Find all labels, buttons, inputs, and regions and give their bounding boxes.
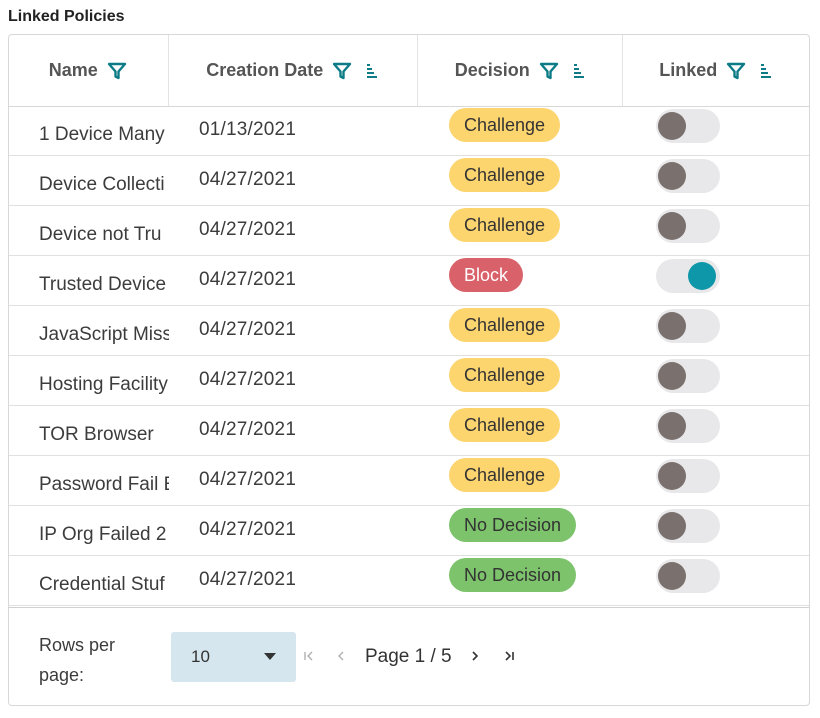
column-header-linked[interactable]: Linked — [623, 35, 809, 106]
decision-badge: Block — [449, 258, 524, 292]
creation-date: 04/27/2021 — [199, 419, 297, 440]
policy-name: 1 Device Many — [39, 123, 165, 145]
policy-name: IP Org Failed 2 — [39, 523, 167, 545]
column-header-creation-date-label: Creation Date — [206, 60, 324, 80]
decision-badge: No Decision — [449, 558, 577, 592]
policy-name: Credential Stuf — [39, 573, 165, 595]
section-title: Linked Policies — [8, 8, 125, 25]
linked-toggle[interactable] — [656, 409, 720, 443]
toggle-knob — [658, 462, 686, 490]
toggle-knob — [658, 112, 686, 140]
table-body: 1 Device Many 01/13/2021 Challenge Devic… — [9, 106, 809, 606]
column-header-name[interactable]: Name — [9, 35, 169, 106]
decision-badge: Challenge — [449, 158, 561, 192]
toggle-knob — [658, 362, 686, 390]
table-row[interactable]: 1 Device Many 01/13/2021 Challenge — [9, 106, 809, 156]
creation-date: 01/13/2021 — [199, 119, 297, 140]
policy-name: TOR Browser — [39, 423, 154, 445]
toggle-knob — [658, 162, 686, 190]
rows-per-page-select[interactable]: 10 — [171, 632, 296, 682]
column-header-name-label: Name — [48, 60, 98, 80]
pagination-bar: Rows per page: 10 Page 1 / 5 — [9, 607, 809, 705]
policy-name: Hosting Facility — [39, 373, 168, 395]
linked-toggle[interactable] — [656, 159, 720, 193]
toggle-knob — [658, 412, 686, 440]
table-row[interactable]: IP Org Failed 2 04/27/2021 No Decision — [9, 506, 809, 556]
table-header: Name Creation Date Decision Linked — [9, 35, 809, 107]
creation-date: 04/27/2021 — [199, 569, 297, 590]
toggle-knob — [658, 312, 686, 340]
filter-icon[interactable] — [538, 60, 560, 82]
decision-badge: No Decision — [449, 508, 577, 542]
chevron-down-icon — [264, 653, 276, 660]
linked-toggle[interactable] — [656, 209, 720, 243]
linked-toggle[interactable] — [656, 509, 720, 543]
toggle-knob — [658, 562, 686, 590]
filter-icon[interactable] — [106, 60, 128, 82]
sort-icon[interactable] — [759, 62, 773, 80]
first-page-icon[interactable] — [299, 648, 319, 666]
policy-name: Device Collecti — [39, 173, 165, 195]
creation-date: 04/27/2021 — [199, 369, 297, 390]
toggle-knob — [688, 262, 716, 290]
table-row[interactable]: Device not Tru 04/27/2021 Challenge — [9, 206, 809, 256]
table-row[interactable]: Device Collecti 04/27/2021 Challenge — [9, 156, 809, 206]
table-row[interactable]: Hosting Facility 04/27/2021 Challenge — [9, 356, 809, 406]
rows-per-page-value: 10 — [191, 647, 210, 666]
last-page-icon[interactable] — [499, 648, 519, 666]
decision-badge: Challenge — [449, 358, 561, 392]
creation-date: 04/27/2021 — [199, 319, 297, 340]
creation-date: 04/27/2021 — [199, 169, 297, 190]
page-indicator: Page 1 / 5 — [365, 646, 452, 667]
column-header-decision[interactable]: Decision — [418, 35, 624, 106]
toggle-knob — [658, 512, 686, 540]
decision-badge: Challenge — [449, 408, 561, 442]
sort-icon[interactable] — [572, 62, 586, 80]
prev-page-icon[interactable] — [331, 648, 351, 666]
table-row[interactable]: Trusted Device 04/27/2021 Block — [9, 256, 809, 306]
sort-icon[interactable] — [365, 62, 379, 80]
table-row[interactable]: TOR Browser 04/27/2021 Challenge — [9, 406, 809, 456]
policy-name: Device not Tru — [39, 223, 162, 245]
creation-date: 04/27/2021 — [199, 269, 297, 290]
creation-date: 04/27/2021 — [199, 219, 297, 240]
toggle-knob — [658, 212, 686, 240]
linked-toggle[interactable] — [656, 109, 720, 143]
creation-date: 04/27/2021 — [199, 469, 297, 490]
table-row[interactable]: Credential Stuf 04/27/2021 No Decision — [9, 556, 809, 606]
decision-badge: Challenge — [449, 458, 561, 492]
decision-badge: Challenge — [449, 308, 561, 342]
next-page-icon[interactable] — [465, 648, 485, 666]
policy-name: Password Fail E — [39, 473, 169, 495]
creation-date: 04/27/2021 — [199, 519, 297, 540]
decision-badge: Challenge — [449, 208, 561, 242]
filter-icon[interactable] — [725, 60, 747, 82]
policy-name: Trusted Device — [39, 273, 167, 295]
rows-per-page-label: Rows per page: — [39, 635, 116, 685]
linked-toggle[interactable] — [656, 309, 720, 343]
linked-policies-table: Name Creation Date Decision Linked 1 Dev… — [8, 34, 810, 706]
linked-toggle[interactable] — [656, 459, 720, 493]
linked-toggle[interactable] — [656, 359, 720, 393]
policy-name: JavaScript Miss — [39, 323, 169, 345]
table-row[interactable]: Password Fail E 04/27/2021 Challenge — [9, 456, 809, 506]
column-header-decision-label: Decision — [454, 60, 530, 80]
table-row[interactable]: JavaScript Miss 04/27/2021 Challenge — [9, 306, 809, 356]
linked-toggle[interactable] — [656, 259, 720, 293]
column-header-linked-label: Linked — [659, 60, 718, 80]
filter-icon[interactable] — [331, 60, 353, 82]
decision-badge: Challenge — [449, 108, 561, 142]
linked-toggle[interactable] — [656, 559, 720, 593]
column-header-creation-date[interactable]: Creation Date — [169, 35, 418, 106]
